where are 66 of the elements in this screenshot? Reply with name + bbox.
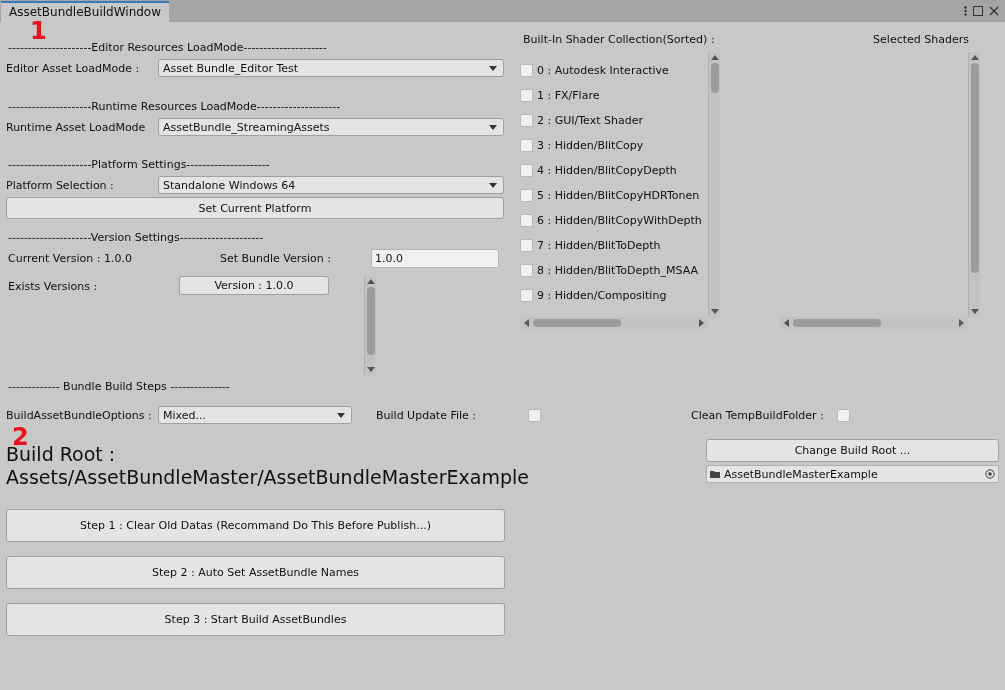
folder-icon <box>710 470 720 478</box>
window-tab[interactable]: AssetBundleBuildWindow <box>1 1 169 22</box>
vertical-scrollbar[interactable] <box>968 52 980 317</box>
change-build-root-button[interactable]: Change Build Root ... <box>706 439 999 462</box>
field-label: Exists Versions : <box>7 279 99 295</box>
version-field[interactable]: 1.0.0 <box>371 248 499 268</box>
version-button[interactable]: Version : 1.0.0 <box>179 276 329 295</box>
shader-name[interactable]: 9 : Hidden/Compositing <box>537 289 667 302</box>
field-label: Build Update File : <box>376 408 478 422</box>
current-version: Current Version : 1.0.0 <box>7 251 133 265</box>
dropdown[interactable]: Standalone Windows 64 <box>158 176 504 194</box>
dropdown[interactable]: Asset Bundle_Editor Test <box>158 59 504 77</box>
section-header: ---------------------Version Settings--------------------- <box>7 230 265 246</box>
section-header: ---------------------Platform Settings--------------------- <box>7 157 271 173</box>
shader-name[interactable]: 8 : Hidden/BlitToDepth_MSAA <box>537 264 699 277</box>
list-title: Selected Shaders <box>873 33 969 48</box>
field-label: Runtime Asset LoadMode <box>6 120 147 134</box>
field-label: Set Bundle Version : <box>220 251 332 265</box>
caret-icon <box>337 412 345 418</box>
vertical-scrollbar[interactable] <box>708 52 720 317</box>
close-icon[interactable] <box>989 6 999 16</box>
section-header: ---------------------Runtime Resources LoadMode--------------------- <box>7 99 342 115</box>
dropdown[interactable]: Mixed... <box>158 406 352 424</box>
shader-name[interactable]: 5 : Hidden/BlitCopyHDRTonen <box>537 189 700 202</box>
checkbox[interactable] <box>528 408 541 422</box>
checkbox[interactable] <box>520 139 533 152</box>
shader-name[interactable]: 6 : Hidden/BlitCopyWithDepth <box>537 214 702 227</box>
field-label: Clean TempBuildFolder : <box>691 408 824 422</box>
horizontal-scrollbar[interactable] <box>520 317 708 329</box>
maximize-icon[interactable] <box>973 6 983 16</box>
target-icon[interactable] <box>985 469 995 479</box>
shader-name[interactable]: 0 : Autodesk Interactive <box>537 64 669 77</box>
more-icon[interactable] <box>964 6 967 16</box>
checkbox[interactable] <box>520 189 533 202</box>
shader-name[interactable]: 1 : FX/Flare <box>537 89 600 102</box>
folder-field[interactable]: AssetBundleMasterExample <box>706 465 999 483</box>
build-root-path: Assets/AssetBundleMaster/AssetBundleMasterExample <box>6 466 529 489</box>
caret-icon <box>489 182 497 188</box>
section-header: ------------- Bundle Build Steps --------------- <box>7 379 231 395</box>
shader-name[interactable]: 2 : GUI/Text Shader <box>537 114 643 127</box>
shader-name[interactable]: 7 : Hidden/BlitToDepth <box>537 239 661 252</box>
caret-icon <box>489 65 497 71</box>
annotation-marker: 1 <box>30 19 47 43</box>
list-title: Built-In Shader Collection(Sorted) : <box>522 33 715 48</box>
set-platform-button[interactable]: Set Current Platform <box>6 197 504 219</box>
field-label: Platform Selection : <box>6 178 115 192</box>
shader-name[interactable]: 4 : Hidden/BlitCopyDepth <box>537 164 677 177</box>
checkbox[interactable] <box>520 164 533 177</box>
step-button[interactable]: Step 2 : Auto Set AssetBundle Names <box>6 556 505 589</box>
checkbox[interactable] <box>836 408 850 422</box>
checkbox[interactable] <box>520 239 533 252</box>
shader-name[interactable]: 3 : Hidden/BlitCopy <box>537 139 644 152</box>
checkbox[interactable] <box>520 64 533 77</box>
checkbox[interactable] <box>520 114 533 127</box>
checkbox[interactable] <box>520 289 533 302</box>
checkbox[interactable] <box>520 89 533 102</box>
horizontal-scrollbar[interactable] <box>780 317 968 329</box>
caret-icon <box>489 124 497 130</box>
step-button[interactable]: Step 3 : Start Build AssetBundles <box>6 603 505 636</box>
field-label: BuildAssetBundleOptions : <box>6 408 153 422</box>
step-button[interactable]: Step 1 : Clear Old Datas (Recommand Do This Before Publish...) <box>6 509 505 542</box>
checkbox[interactable] <box>520 214 533 227</box>
checkbox[interactable] <box>520 264 533 277</box>
vertical-scrollbar[interactable] <box>364 276 376 375</box>
field-label: Editor Asset LoadMode : <box>6 61 141 75</box>
dropdown[interactable]: AssetBundle_StreamingAssets <box>158 118 504 136</box>
